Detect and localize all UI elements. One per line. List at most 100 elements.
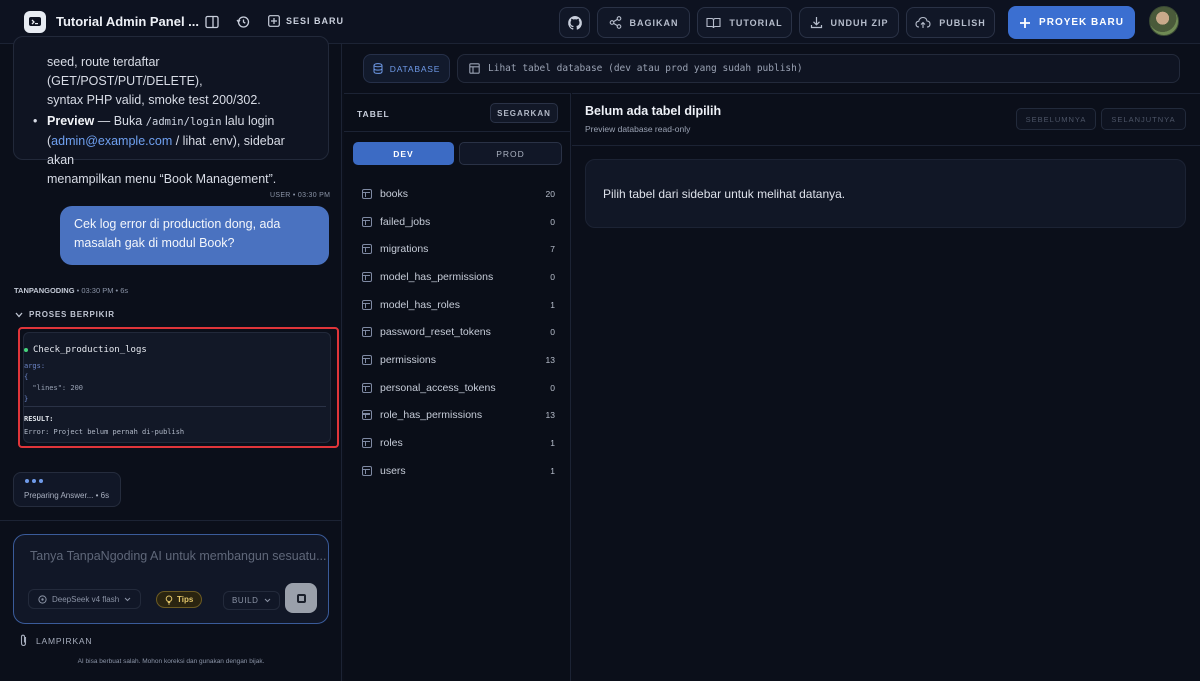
mode-label: BUILD: [232, 596, 259, 605]
book-open-icon: [706, 17, 721, 28]
download-zip-button[interactable]: UNDUH ZIP: [799, 7, 899, 38]
github-button[interactable]: [559, 7, 590, 38]
database-tab[interactable]: DATABASE: [363, 54, 450, 83]
tool-call-card[interactable]: Check_production_logs args: { "lines": 2…: [23, 332, 331, 443]
row-count: 7: [550, 244, 555, 255]
download-label: UNDUH ZIP: [830, 17, 889, 28]
assistant-message-card: seed, route terdaftar (GET/POST/PUT/DELE…: [13, 36, 329, 186]
table-item-model-has-roles[interactable]: model_has_roles 1: [344, 291, 571, 319]
table-list: books 20 failed_jobs 0 migrations 7 model_h…: [344, 180, 571, 485]
share-button[interactable]: BAGIKAN: [597, 7, 690, 38]
share-icon: [609, 16, 621, 29]
table-icon: [362, 271, 372, 282]
attach-button[interactable]: LAMPIRKAN: [19, 634, 92, 647]
model-select[interactable]: DeepSeek v4 flash: [28, 589, 142, 609]
row-count: 1: [550, 299, 555, 310]
chat-input-box: Tanya TanpaNgoding AI untuk membangun se…: [13, 534, 329, 624]
empty-state-text: Pilih tabel dari sidebar untuk melihat d…: [603, 187, 846, 201]
preparing-indicator: Preparing Answer... • 6s: [13, 472, 121, 507]
tool-name: Check_production_logs: [24, 345, 147, 355]
chat-input[interactable]: Tanya TanpaNgoding AI untuk membangun se…: [30, 549, 327, 563]
table-name: personal_access_tokens: [380, 381, 496, 394]
table-icon: [362, 465, 372, 476]
row-count: 0: [550, 216, 555, 227]
args-brace: {: [24, 373, 29, 381]
refresh-button[interactable]: SEGARKAN: [490, 103, 558, 123]
typing-dots-icon: [25, 479, 43, 483]
tutorial-button[interactable]: TUTORIAL: [697, 7, 792, 38]
table-name: model_has_roles: [380, 298, 460, 311]
result-text: Error: Project belum pernah di-publish: [24, 428, 185, 436]
table-item-personal-access-tokens[interactable]: personal_access_tokens 0: [344, 374, 571, 402]
assistant-meta: TANPANGODING • 03:30 PM • 6s: [14, 286, 128, 295]
table-name: permissions: [380, 353, 437, 366]
tables-title: TABEL: [357, 109, 390, 119]
table-icon: [362, 244, 372, 255]
admin-email-link[interactable]: admin@example.com: [51, 134, 172, 148]
app-logo[interactable]: [24, 11, 46, 33]
divider: [24, 406, 326, 407]
thinking-toggle[interactable]: PROSES BERPIKIR: [15, 310, 115, 319]
env-prod-tab[interactable]: PROD: [459, 142, 562, 165]
tips-button[interactable]: Tips: [156, 591, 203, 608]
chevron-down-icon: [15, 312, 23, 317]
preparing-text: Preparing Answer... • 6s: [24, 491, 110, 500]
previous-page-button[interactable]: SEBELUMNYA: [1016, 108, 1096, 130]
table-item-users[interactable]: users 1: [344, 457, 571, 485]
env-dev-tab[interactable]: DEV: [353, 142, 454, 165]
plus-square-icon: [268, 15, 280, 27]
detail-header: Belum ada tabel dipilih Preview database…: [572, 93, 1200, 146]
tool-call-highlight: Check_production_logs args: { "lines": 2…: [18, 327, 339, 448]
database-bar: DATABASE Lihat tabel database (dev atau …: [363, 54, 1180, 83]
row-count: 20: [545, 188, 555, 199]
table-name: failed_jobs: [380, 215, 431, 228]
table-icon: [362, 382, 372, 393]
table-icon: [362, 438, 372, 449]
user-avatar[interactable]: [1149, 6, 1179, 36]
thinking-label: PROSES BERPIKIR: [29, 310, 115, 319]
message-line: syntax PHP valid, smoke test 200/302.: [47, 93, 261, 107]
table-item-permissions[interactable]: permissions 13: [344, 346, 571, 374]
mode-select[interactable]: BUILD: [223, 591, 280, 610]
preview-item: • Preview — Buka /admin/login lalu login: [33, 112, 314, 132]
args-brace: }: [24, 395, 29, 403]
cloud-upload-icon: [915, 16, 931, 28]
table-name: role_has_permissions: [380, 409, 483, 422]
table-item-model-has-permissions[interactable]: model_has_permissions 0: [344, 263, 571, 291]
table-item-roles[interactable]: roles 1: [344, 429, 571, 457]
tool-name-text: Check_production_logs: [33, 345, 147, 355]
publish-button[interactable]: PUBLISH: [906, 7, 995, 38]
table-item-migrations[interactable]: migrations 7: [344, 235, 571, 263]
history-icon[interactable]: [235, 14, 251, 30]
model-icon: [38, 594, 47, 604]
sidebar-toggle-icon[interactable]: [204, 14, 220, 30]
chevron-down-icon: [124, 597, 131, 601]
lightbulb-icon: [165, 595, 173, 604]
message-line: seed, route terdaftar (GET/POST/PUT/DELE…: [47, 55, 203, 88]
row-count: 0: [550, 382, 555, 393]
stop-icon: [296, 593, 306, 603]
table-item-role-has-permissions[interactable]: role_has_permissions 13: [344, 402, 571, 430]
row-count: 13: [545, 354, 555, 365]
detail-title: Belum ada tabel dipilih: [585, 104, 722, 118]
model-label: DeepSeek v4 flash: [52, 594, 120, 604]
table-icon: [362, 188, 372, 199]
table-item-failed-jobs[interactable]: failed_jobs 0: [344, 208, 571, 236]
row-count: 1: [550, 465, 555, 476]
new-project-label: PROYEK BARU: [1039, 17, 1124, 28]
new-project-button[interactable]: PROYEK BARU: [1008, 6, 1135, 39]
stop-button[interactable]: [285, 583, 317, 613]
database-info-text: Lihat tabel database (dev atau prod yang…: [488, 63, 803, 74]
table-name: books: [380, 187, 409, 200]
table-item-books[interactable]: books 20: [344, 180, 571, 208]
next-page-button[interactable]: SELANJUTNYA: [1101, 108, 1186, 130]
table-name: model_has_permissions: [380, 270, 494, 283]
table-item-password-reset-tokens[interactable]: password_reset_tokens 0: [344, 318, 571, 346]
project-title[interactable]: Tutorial Admin Panel ...: [56, 14, 199, 29]
empty-state-card: Pilih tabel dari sidebar untuk melihat d…: [585, 159, 1186, 228]
share-label: BAGIKAN: [629, 17, 679, 28]
status-dot: [24, 348, 28, 352]
table-icon: [469, 63, 480, 74]
new-session-button[interactable]: SESI BARU: [268, 15, 344, 27]
user-message-meta: USER • 03:30 PM: [270, 192, 331, 199]
